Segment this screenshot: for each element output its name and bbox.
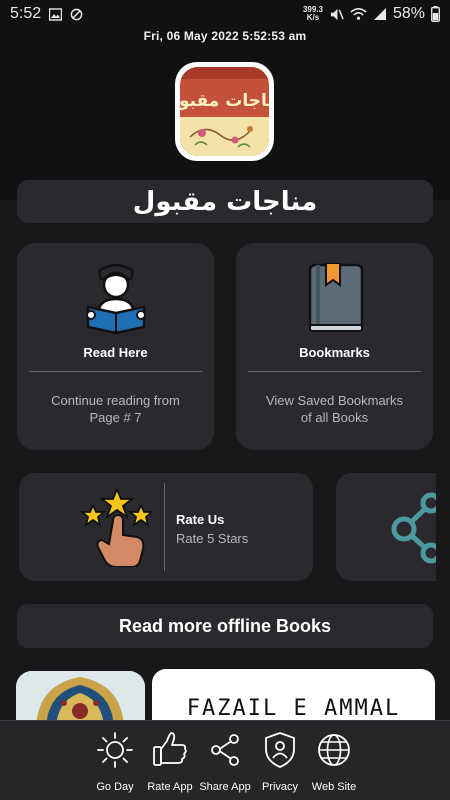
bookmarks-title: Bookmarks xyxy=(299,345,370,360)
bookmarks-card[interactable]: Bookmarks View Saved Bookmarks of all Bo… xyxy=(236,243,433,450)
nav-share-app-label: Share App xyxy=(199,781,251,793)
bookmarks-description: View Saved Bookmarks of all Books xyxy=(265,393,404,425)
divider xyxy=(164,483,165,571)
nav-rate-app-label: Rate App xyxy=(147,781,193,793)
mute-icon xyxy=(330,8,344,20)
read-here-card[interactable]: Read Here Continue reading from Page # 7 xyxy=(17,243,214,450)
offline-books-button[interactable]: Read more offline Books xyxy=(17,604,433,648)
nav-go-day[interactable]: Go Day xyxy=(85,731,145,793)
globe-icon xyxy=(318,734,350,766)
read-here-title: Read Here xyxy=(83,345,148,360)
bookmark-book-icon xyxy=(308,263,363,333)
divider xyxy=(248,371,421,372)
battery-percent: 58% xyxy=(392,5,425,22)
book-cover-image: مناجات مقبول xyxy=(180,67,269,156)
sun-icon xyxy=(97,732,133,768)
read-here-description: Continue reading from Page # 7 xyxy=(51,393,180,425)
share-card[interactable] xyxy=(336,473,436,581)
signal-icon xyxy=(373,8,386,20)
reader-icon xyxy=(85,263,146,335)
bottom-navigation: Go Day Rate App Share App Privacy Web Si… xyxy=(0,720,450,800)
status-time: 5:52 xyxy=(10,5,42,22)
network-speed: 399.3 K/s xyxy=(302,5,323,22)
rate-us-card[interactable]: Rate Us Rate 5 Stars xyxy=(19,473,313,581)
nav-web-site[interactable]: Web Site xyxy=(304,731,364,793)
status-bar: 5:52 399.3 K/s 58% xyxy=(0,0,450,28)
thumbs-up-icon xyxy=(153,732,187,766)
divider xyxy=(29,371,202,372)
nav-web-site-label: Web Site xyxy=(311,781,357,793)
shield-user-icon xyxy=(265,732,295,768)
current-datetime: Fri, 06 May 2022 5:52:53 am xyxy=(143,29,307,43)
app-logo: مناجات مقبول xyxy=(175,62,274,161)
nav-go-day-label: Go Day xyxy=(96,781,134,793)
rate-us-subtitle: Rate 5 Stars xyxy=(176,531,249,546)
offline-books-label: Read more offline Books xyxy=(118,615,332,636)
nav-rate-app[interactable]: Rate App xyxy=(140,731,200,793)
share-network-icon xyxy=(391,492,436,564)
nav-privacy[interactable]: Privacy xyxy=(250,731,310,793)
logo-title-text: مناجات مقبول xyxy=(180,91,269,111)
nav-share-app[interactable]: Share App xyxy=(195,731,255,793)
wifi-icon xyxy=(350,8,367,20)
rate-us-title: Rate Us xyxy=(176,512,225,527)
blocked-notification-icon xyxy=(70,8,83,21)
rate-stars-hand-icon xyxy=(81,489,153,567)
image-notification-icon xyxy=(49,7,63,21)
app-title: مناجات مقبول xyxy=(132,186,318,217)
app-title-bar: مناجات مقبول xyxy=(17,180,433,223)
battery-icon xyxy=(431,6,440,22)
share-icon xyxy=(211,734,239,766)
nav-privacy-label: Privacy xyxy=(261,781,299,793)
